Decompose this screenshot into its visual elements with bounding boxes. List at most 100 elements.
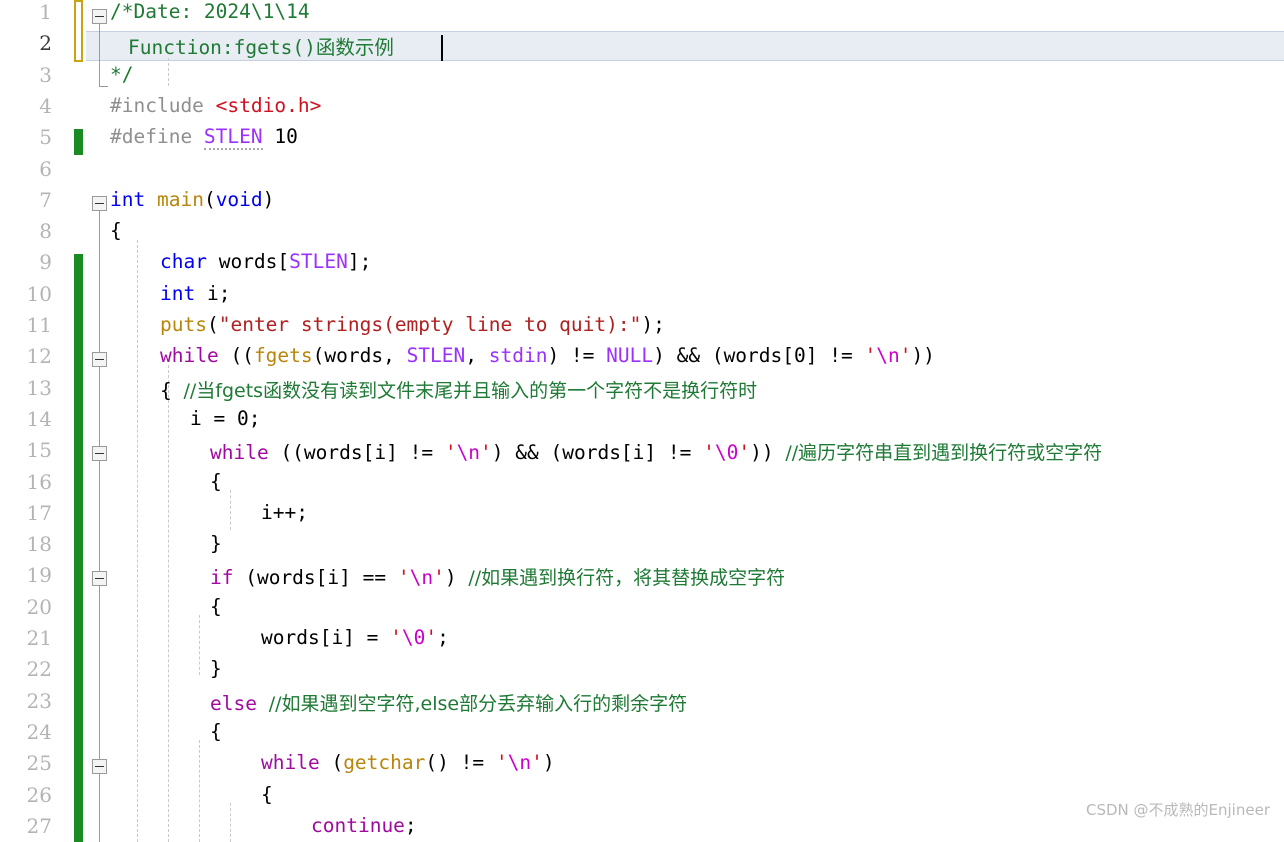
code-line-7[interactable]: int main(void) (110, 188, 274, 211)
header-token: <stdio.h> (215, 93, 322, 117)
keyword-token: if (210, 566, 234, 590)
statement-token: i++; (261, 500, 308, 524)
function-token: fgets (253, 344, 313, 368)
function-token: puts (160, 313, 207, 336)
char-quote: ' (899, 344, 912, 368)
code-line-16[interactable]: { (210, 470, 222, 493)
code-line-5[interactable]: #define STLEN 10 (110, 125, 298, 151)
macro-token: STLEN (203, 125, 263, 151)
keyword-token: while (210, 441, 269, 465)
code-line-17[interactable]: i++; (261, 501, 308, 524)
char-quote: ' (397, 566, 410, 590)
code-line-27[interactable]: continue; (311, 814, 417, 837)
code-line-1[interactable]: /*Date: 2024\1\14 (110, 0, 310, 23)
fold-minus-icon-line-12[interactable] (92, 352, 107, 367)
brace-token: { (110, 219, 122, 243)
code-line-23[interactable]: else //如果遇到空字符,else部分丢弃输入行的剩余字符 (210, 689, 687, 716)
identifier-token: words (206, 250, 278, 274)
preprocessor-token: #include (110, 93, 216, 117)
char-quote: ' (444, 441, 457, 465)
code-line-2[interactable]: Function:fgets()函数示例 (128, 31, 394, 60)
code-line-21[interactable]: words[i] = '\0'; (261, 626, 449, 649)
operator: () != (425, 751, 496, 775)
condition: ((words[i] != (268, 441, 445, 465)
line-number-1: 1 (39, 0, 52, 24)
punct: ) (262, 187, 275, 211)
string-token: "enter strings(empty line to quit):" (218, 313, 642, 336)
line-number-22: 22 (26, 657, 52, 682)
line-number-24: 24 (26, 719, 52, 744)
code-line-25[interactable]: while (getchar() != '\n') (261, 751, 555, 774)
escape-token: \n (876, 344, 900, 368)
code-line-14[interactable]: i = 0; (190, 407, 260, 430)
line-number-15: 15 (26, 438, 52, 463)
macro-token: NULL (606, 344, 654, 368)
type-token: int (110, 187, 146, 211)
line-number-5: 5 (39, 125, 52, 150)
code-line-22[interactable]: } (210, 657, 222, 680)
function-token: getchar (343, 751, 426, 775)
escape-token: \n (409, 566, 434, 590)
char-quote: ' (480, 441, 492, 465)
line-number-2: 2 (39, 31, 52, 56)
punct: ( (203, 187, 216, 211)
code-line-10[interactable]: int i; (160, 282, 230, 305)
punct: ( (206, 313, 219, 336)
escape-token: \n (456, 441, 481, 465)
code-line-18[interactable]: } (210, 532, 222, 555)
brace-token: { (210, 594, 222, 618)
brace-token: { (210, 719, 222, 743)
char-quote: ' (425, 626, 438, 649)
fold-minus-icon-line-1[interactable] (92, 9, 107, 24)
identifier-token: i; (195, 281, 231, 305)
code-line-9[interactable]: char words[STLEN]; (160, 250, 371, 273)
brace-token: } (210, 657, 222, 681)
code-editor[interactable]: 1 2 3 4 5 6 7 8 9 10 11 12 13 14 15 16 1… (0, 0, 1284, 842)
line-number-9: 9 (39, 250, 52, 275)
code-line-11[interactable]: puts("enter strings(empty line to quit):… (160, 313, 665, 336)
code-line-26[interactable]: { (261, 783, 273, 806)
line-number-19: 19 (26, 563, 52, 588)
fold-minus-icon-line-7[interactable] (92, 196, 107, 211)
line-number-7: 7 (39, 187, 52, 212)
watermark-text: CSDN @不成熟的Enjineer (1086, 801, 1270, 819)
escape-token: \0 (401, 626, 426, 649)
code-line-4[interactable]: #include <stdio.h> (110, 94, 321, 117)
void-token: void (215, 187, 263, 211)
punct: ; (359, 250, 372, 274)
fold-minus-icon-line-15[interactable] (92, 446, 107, 461)
punct: ); (641, 313, 665, 336)
change-bar-saved-define (74, 129, 83, 155)
fold-range-line-1 (99, 24, 100, 86)
indent-guide-3 (199, 615, 200, 675)
code-line-3[interactable]: */ (110, 63, 133, 86)
char-quote: ' (531, 751, 543, 775)
punct: ) (444, 566, 469, 590)
macro-token: stdin (488, 344, 548, 368)
code-line-19[interactable]: if (words[i] == '\n') //如果遇到换行符，将其替换成空字符 (210, 563, 785, 590)
line-number-16: 16 (26, 469, 52, 494)
punct: ( (319, 751, 344, 775)
brace-token: { (261, 782, 273, 806)
fold-minus-icon-line-19[interactable] (92, 571, 107, 586)
keyword-token: while (160, 344, 219, 368)
type-token: char (160, 250, 207, 274)
condition: (words[i] == (233, 566, 398, 590)
code-line-20[interactable]: { (210, 595, 222, 618)
code-line-24[interactable]: { (210, 720, 222, 743)
change-bar-unsaved (74, 0, 83, 62)
line-number-13: 13 (26, 375, 52, 400)
condition: ) && (words[0] != (653, 344, 865, 368)
code-line-15[interactable]: while ((words[i] != '\n') && (words[i] !… (210, 438, 1102, 465)
comment-token: //如果遇到换行符，将其替换成空字符 (468, 567, 786, 590)
line-number-11: 11 (26, 313, 52, 337)
code-line-12[interactable]: while ((fgets(words, STLEN, stdin) != NU… (160, 344, 935, 367)
escape-token: \n (507, 751, 532, 775)
comment-token: //如果遇到空字符,else部分丢弃输入行的剩余字符 (268, 692, 688, 715)
macro-token: STLEN (406, 344, 466, 368)
code-line-13[interactable]: { //当fgets函数没有读到文件末尾并且输入的第一个字符不是换行符时 (160, 376, 757, 403)
fold-minus-icon-line-25[interactable] (92, 759, 107, 774)
line-number-23: 23 (26, 688, 52, 713)
punct: ) (542, 751, 555, 775)
code-line-8[interactable]: { (110, 219, 122, 242)
